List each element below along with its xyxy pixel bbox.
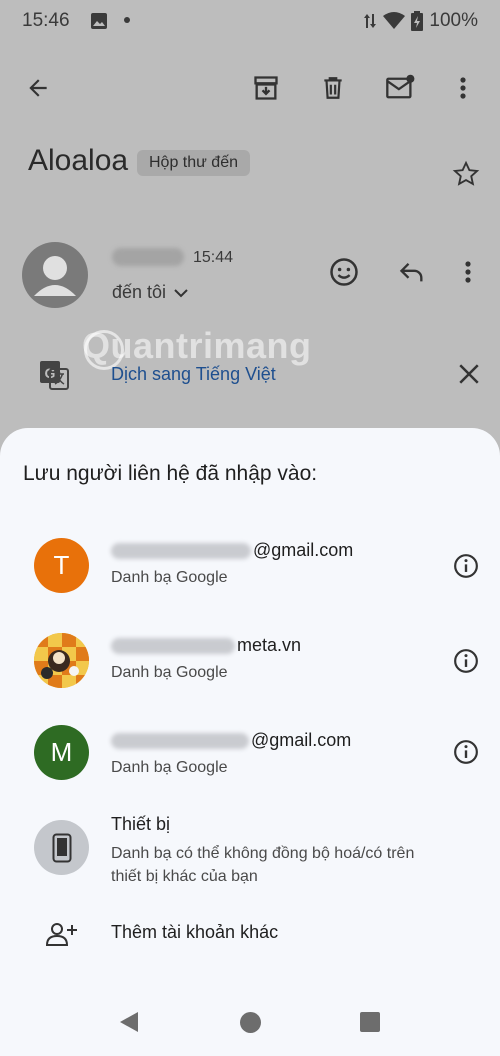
sender-avatar[interactable] bbox=[22, 242, 88, 308]
delete-button[interactable] bbox=[315, 70, 351, 106]
reply-icon bbox=[399, 263, 423, 282]
add-account-label: Thêm tài khoản khác bbox=[111, 922, 279, 942]
sheet-title: Lưu người liên hệ đã nhập vào: bbox=[23, 462, 318, 485]
device-avatar bbox=[34, 820, 89, 875]
status-right: 100% bbox=[363, 10, 478, 32]
status-time: 15:46 bbox=[22, 10, 70, 31]
recipient-text: đến tôi bbox=[112, 282, 167, 302]
info-icon[interactable] bbox=[453, 739, 479, 765]
account-source: Danh bạ Google bbox=[111, 569, 228, 586]
archive-icon bbox=[254, 76, 278, 100]
account-email: meta.vn bbox=[111, 635, 301, 656]
more-vert-icon bbox=[465, 261, 471, 283]
device-option[interactable]: Thiết bị Danh bạ có thể không đồng bộ ho… bbox=[0, 810, 500, 890]
account-option-3[interactable]: M @gmail.com Danh bạ Google bbox=[0, 718, 500, 808]
image-notification-icon bbox=[91, 13, 107, 29]
account-source: Danh bạ Google bbox=[111, 664, 228, 681]
info-icon[interactable] bbox=[453, 553, 479, 579]
nav-recents-icon[interactable] bbox=[360, 1012, 380, 1032]
account-email: @gmail.com bbox=[111, 730, 351, 751]
battery-icon bbox=[411, 11, 424, 31]
avatar-photo-icon bbox=[34, 633, 89, 688]
account-avatar: T bbox=[34, 538, 89, 593]
close-icon[interactable] bbox=[454, 359, 484, 389]
email-subject: Aloaloa bbox=[28, 144, 129, 177]
person-icon bbox=[34, 256, 76, 296]
notification-dot bbox=[124, 17, 130, 23]
background-app: 15:46 100% Aloaloa Hộp thư đến 15:44 đến… bbox=[0, 0, 500, 440]
chevron-down-icon bbox=[174, 288, 188, 297]
email-time: 15:44 bbox=[193, 249, 234, 266]
recipient-details[interactable]: đến tôi bbox=[112, 282, 188, 303]
person-add-icon bbox=[45, 923, 77, 946]
email-suffix: @gmail.com bbox=[251, 730, 352, 750]
archive-button[interactable] bbox=[248, 70, 284, 106]
redacted-email bbox=[111, 637, 235, 654]
nav-back-icon[interactable] bbox=[118, 1010, 140, 1034]
account-option-1[interactable]: T @gmail.com Danh bạ Google bbox=[0, 528, 500, 618]
device-description: Danh bạ có thể không đồng bộ hoá/có trên… bbox=[111, 845, 415, 885]
save-contacts-sheet: Lưu người liên hệ đã nhập vào: T @gmail.… bbox=[0, 428, 500, 1056]
status-bar: 15:46 100% bbox=[0, 0, 500, 42]
nav-home-icon[interactable] bbox=[240, 1012, 261, 1033]
emoji-icon bbox=[330, 258, 358, 286]
account-source: Danh bạ Google bbox=[111, 759, 228, 776]
add-account-option[interactable]: Thêm tài khoản khác bbox=[0, 908, 500, 958]
more-options-button[interactable] bbox=[445, 70, 481, 106]
account-avatar-photo bbox=[34, 633, 89, 688]
more-vert-icon bbox=[460, 77, 466, 99]
info-icon[interactable] bbox=[453, 648, 479, 674]
mark-unread-button[interactable] bbox=[382, 70, 418, 106]
sender-name bbox=[112, 248, 184, 266]
account-avatar: M bbox=[34, 725, 89, 780]
battery-percent: 100% bbox=[429, 10, 478, 31]
back-button[interactable] bbox=[20, 70, 56, 106]
wifi-icon bbox=[383, 12, 406, 29]
redacted-email bbox=[111, 732, 249, 749]
system-nav-bar bbox=[0, 992, 500, 1052]
star-icon[interactable] bbox=[452, 160, 480, 188]
translate-link[interactable]: Dịch sang Tiếng Việt bbox=[111, 364, 276, 385]
data-arrows-icon bbox=[364, 14, 377, 28]
trash-icon bbox=[324, 77, 342, 99]
translate-icon: G bbox=[40, 361, 69, 390]
message-more-button[interactable] bbox=[450, 254, 486, 290]
emoji-reaction-button[interactable] bbox=[326, 254, 362, 290]
account-email: @gmail.com bbox=[111, 540, 353, 561]
inbox-label-chip[interactable]: Hộp thư đến bbox=[137, 150, 250, 176]
email-suffix: meta.vn bbox=[237, 635, 302, 655]
account-option-2[interactable]: meta.vn Danh bạ Google bbox=[0, 623, 500, 713]
redacted-email bbox=[111, 542, 251, 559]
translate-bar: G Dịch sang Tiếng Việt bbox=[0, 345, 500, 405]
phone-icon bbox=[52, 833, 71, 862]
email-suffix: @gmail.com bbox=[253, 540, 354, 560]
arrow-left-icon bbox=[29, 79, 47, 97]
reply-button[interactable] bbox=[394, 254, 430, 290]
mail-unread-icon bbox=[386, 74, 415, 99]
device-title: Thiết bị bbox=[111, 814, 171, 834]
